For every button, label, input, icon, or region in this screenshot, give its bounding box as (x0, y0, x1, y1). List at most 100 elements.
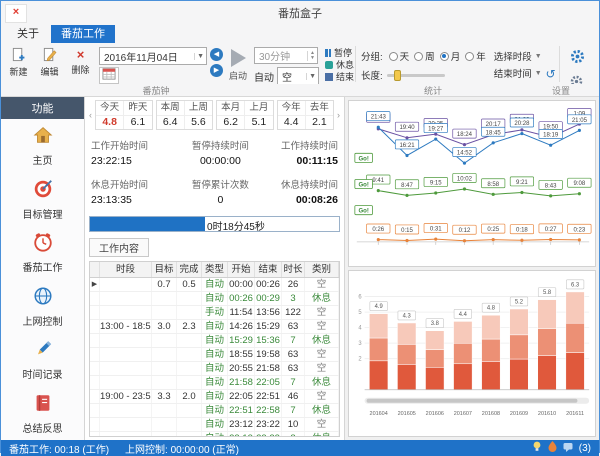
table-cell-sel (90, 390, 100, 403)
slider-thumb-icon[interactable] (394, 70, 401, 81)
next-day-icon[interactable]: ▶ (210, 64, 223, 77)
work-content-field[interactable]: 工作内容 (89, 238, 149, 257)
duration-spinner[interactable]: 30分钟 ▲▼ (254, 47, 318, 64)
table-cell-done: 2.3 (177, 320, 202, 333)
length-slider[interactable] (387, 74, 445, 77)
table-row[interactable]: 自动23:1323:238休息 (90, 432, 339, 437)
spinner-arrows-icon[interactable]: ▲▼ (307, 51, 315, 61)
table-cell-type: 自动 (202, 362, 228, 375)
prev-day-icon[interactable]: ◀ (210, 48, 223, 61)
table-row[interactable]: 13:00 - 18:593.02.3自动14:2615:2963空 (90, 320, 339, 334)
table-row[interactable]: 手动11:5413:56122空 (90, 306, 339, 320)
table-cell-end: 22:58 (255, 404, 282, 417)
table-cell-start: 21:58 (228, 376, 255, 389)
table-cell-dur: 63 (282, 320, 305, 333)
svg-text:4.4: 4.4 (459, 312, 468, 318)
table-cell-cat: 休息 (305, 376, 339, 389)
table-row[interactable]: 自动22:5122:587休息 (90, 404, 339, 418)
table-cell-end: 22:51 (255, 390, 282, 403)
delete-button[interactable]: × 删除 (65, 44, 96, 84)
col-duration[interactable]: 时长 (282, 262, 305, 277)
table-cell-cat: 空 (305, 418, 339, 431)
sidebar: 功能 主页 目标管理 番茄工作 上网控制 (1, 97, 85, 440)
state-buttons: 暂停 休息 结束 (325, 44, 354, 84)
table-row[interactable]: 自动23:1223:2210空 (90, 418, 339, 432)
col-done[interactable]: 完成 (177, 262, 202, 277)
select-period-dropdown[interactable]: 选择时段▼ (494, 49, 542, 63)
table-cell-dur: 7 (282, 404, 305, 417)
scroll-left-icon[interactable]: ‹ (89, 100, 92, 130)
date-picker[interactable]: 2016年11月04日 ▼ (99, 47, 207, 65)
table-cell-start: 22:51 (228, 404, 255, 417)
pause-button[interactable]: 暂停 (325, 47, 354, 58)
scroll-right-icon[interactable]: › (337, 100, 340, 130)
col-type[interactable]: 类型 (202, 262, 228, 277)
length-label: 长度: (361, 68, 383, 82)
calendar-button[interactable] (99, 67, 119, 84)
end-time-dropdown[interactable]: 结束时间▼ (494, 66, 542, 80)
col-goal[interactable]: 目标 (152, 262, 177, 277)
table-cell-sel (90, 306, 100, 319)
gear-secondary-icon[interactable] (569, 74, 586, 84)
radio-day[interactable]: 天 (384, 49, 410, 63)
table-cell-sel: ▶ (90, 278, 100, 291)
group-label-stats: 统计 (424, 84, 442, 97)
radio-month[interactable]: 月 (435, 49, 461, 63)
table-cell-goal (152, 292, 177, 305)
radio-week[interactable]: 周 (409, 49, 435, 63)
table-cell-sel (90, 376, 100, 389)
status-bar: 番茄工作: 00:18 (工作) 上网控制: 00:00:00 (正常) (3) (1, 440, 599, 456)
table-cell-period (100, 292, 152, 305)
task-combo[interactable]: 空 ▼ (277, 67, 319, 84)
target-icon (32, 178, 54, 203)
table-row[interactable]: ▶0.70.5自动00:0000:2626空 (90, 278, 339, 292)
table-cell-dur: 7 (282, 334, 305, 347)
table-cell-start: 00:26 (228, 292, 255, 305)
svg-text:18:24: 18:24 (457, 131, 473, 138)
radio-year[interactable]: 年 (460, 49, 486, 63)
tab-tomato-work[interactable]: 番茄工作 (51, 23, 115, 43)
sidebar-item-review[interactable]: 总结反思 (1, 387, 84, 441)
ribbon: 新建 编辑 × 删除 2016年11月04日 ▼ ◀ ▶ 启动 30分钟 ▲▼ (1, 43, 599, 84)
rest-button[interactable]: 休息 (325, 59, 354, 70)
table-cell-type: 自动 (202, 390, 228, 403)
table-row[interactable]: 19:00 - 23:593.32.0自动22:0522:5146空 (90, 390, 339, 404)
sidebar-item-home[interactable]: 主页 (1, 119, 84, 173)
table-row[interactable]: 自动18:5519:5863空 (90, 348, 339, 362)
pen-icon (32, 338, 54, 363)
table-row[interactable]: 自动15:2915:367休息 (90, 334, 339, 348)
svg-text:201605: 201605 (398, 411, 416, 417)
table-row[interactable]: 自动20:5521:5863空 (90, 362, 339, 376)
progress-text: 0时18分45秒 (207, 218, 265, 233)
table-cell-type: 自动 (202, 278, 228, 291)
svg-text:3.8: 3.8 (431, 321, 440, 327)
gear-icon[interactable] (569, 48, 586, 70)
reset-icon[interactable]: ↺ (546, 68, 556, 80)
col-end[interactable]: 结束 (255, 262, 282, 277)
sidebar-item-time-log[interactable]: 时间记录 (1, 333, 84, 387)
bar-chart-svg: 234564.92016044.32016053.82016064.420160… (349, 271, 595, 436)
close-icon[interactable]: × (5, 4, 27, 23)
table-cell-done (177, 292, 202, 305)
svg-text:10:02: 10:02 (457, 175, 473, 182)
new-document-icon (11, 47, 26, 64)
col-start[interactable]: 开始 (228, 262, 255, 277)
sidebar-item-goals[interactable]: 目标管理 (1, 173, 84, 227)
new-button[interactable]: 新建 (3, 44, 34, 84)
svg-text:5: 5 (358, 310, 362, 316)
play-icon[interactable] (231, 49, 246, 67)
radio-icon (389, 52, 398, 61)
col-period[interactable]: 时段 (100, 262, 152, 277)
edit-button[interactable]: 编辑 (34, 44, 65, 84)
delete-button-label: 删除 (71, 63, 89, 76)
table-cell-type: 自动 (202, 320, 228, 333)
finish-button[interactable]: 结束 (325, 71, 354, 82)
svg-text:2: 2 (358, 357, 361, 363)
table-row[interactable]: 自动00:2600:293休息 (90, 292, 339, 306)
tab-about[interactable]: 关于 (7, 23, 49, 43)
table-row[interactable]: 自动21:5822:057休息 (90, 376, 339, 390)
sidebar-item-tomato-work[interactable]: 番茄工作 (1, 226, 84, 280)
group-separator (355, 46, 356, 82)
sidebar-item-internet-control[interactable]: 上网控制 (1, 280, 84, 334)
col-category[interactable]: 类别 (305, 262, 339, 277)
